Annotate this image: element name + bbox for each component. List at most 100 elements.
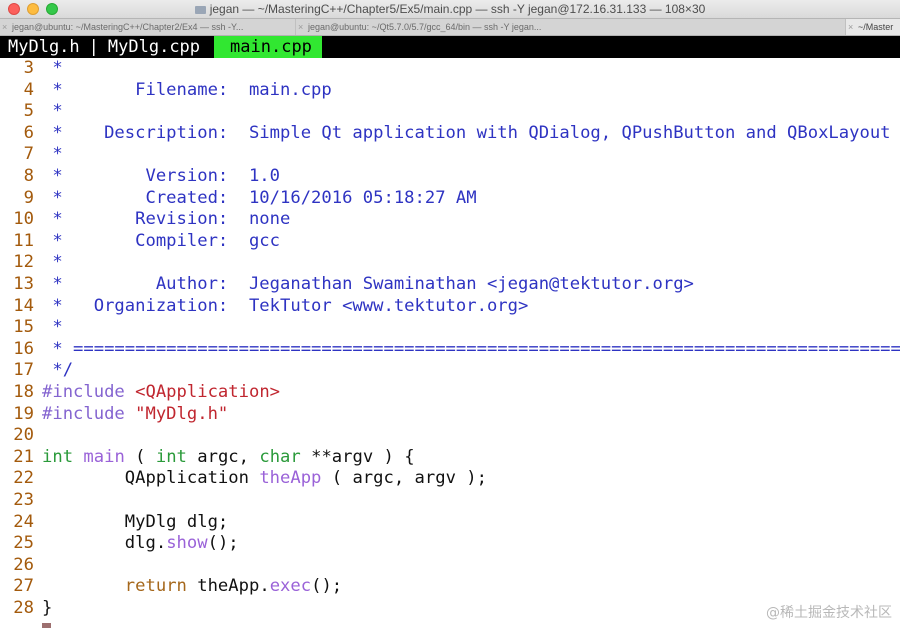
line-number: 16 xyxy=(13,338,34,359)
line-number: 20 xyxy=(13,425,34,446)
cursor-line xyxy=(0,620,900,628)
code-line: 10 * Revision: none xyxy=(0,209,900,231)
code-token: argc, xyxy=(186,446,260,467)
code-token: * Organization: TekTutor <www.tektutor.o… xyxy=(42,295,529,316)
code-token: * Compiler: gcc xyxy=(42,230,280,251)
window-title: jegan — ~/MasteringC++/Chapter5/Ex5/main… xyxy=(0,0,900,19)
code-token: * xyxy=(42,58,63,78)
terminal-tab-label: jegan@ubuntu: ~/MasteringC++/Chapter2/Ex… xyxy=(12,22,244,32)
close-tab-icon[interactable]: × xyxy=(298,19,303,35)
code-line: 3 * xyxy=(0,58,900,80)
terminal-tab-2[interactable]: × jegan@ubuntu: ~/Qt5.7.0/5.7/gcc_64/bin… xyxy=(296,19,846,35)
code-line: 26 xyxy=(0,555,900,577)
code-token: * Created: 10/16/2016 05:18:27 AM xyxy=(42,187,477,208)
line-number: 23 xyxy=(13,490,34,510)
code-line: 20 xyxy=(0,425,900,447)
line-number: 18 xyxy=(13,382,34,402)
code-line: 24 MyDlg dlg; xyxy=(0,512,900,534)
code-token: */ xyxy=(42,360,74,381)
close-tab-icon[interactable]: × xyxy=(2,19,7,35)
line-number: 7 xyxy=(23,144,34,165)
line-number: 10 xyxy=(13,209,34,230)
code-line: 4 * Filename: main.cpp xyxy=(0,80,900,102)
terminal-tab-3[interactable]: × ~/Master xyxy=(846,19,900,35)
code-line: 17 */ xyxy=(0,360,900,382)
close-tab-icon[interactable]: × xyxy=(848,19,853,35)
code-token: (); xyxy=(311,576,343,597)
code-token: ( xyxy=(124,446,156,467)
line-number: 26 xyxy=(13,554,34,575)
watermark: @稀土掘金技术社区 xyxy=(766,605,892,621)
code-token: **argv ) { xyxy=(300,446,415,467)
code-line: 18 #include <QApplication> xyxy=(0,382,900,404)
line-number: 25 xyxy=(13,533,34,554)
vim-tab-mydlg-h[interactable]: MyDlg.h xyxy=(0,36,80,58)
code-token: int xyxy=(42,446,74,467)
code-line: 21 int main ( int argc, char **argv ) { xyxy=(0,447,900,469)
code-token: #include xyxy=(42,403,136,424)
code-token: show xyxy=(166,533,208,554)
line-number: 27 xyxy=(13,576,34,597)
line-number: 24 xyxy=(13,511,34,532)
code-token: * Author: Jeganathan Swaminathan <jegan@… xyxy=(42,274,694,294)
line-number: 3 xyxy=(23,58,34,78)
code-token: * Description: Simple Qt application wit… xyxy=(42,122,891,143)
code-line: 8 * Version: 1.0 xyxy=(0,166,900,188)
line-number: 13 xyxy=(13,274,34,294)
code-token: * Revision: none xyxy=(42,209,291,230)
code-line: 5 * xyxy=(0,101,900,123)
code-token: return xyxy=(124,576,187,597)
code-token: (); xyxy=(207,533,239,554)
terminal-tab-label: jegan@ubuntu: ~/Qt5.7.0/5.7/gcc_64/bin —… xyxy=(308,22,542,32)
vim-tab-mydlg-cpp[interactable]: MyDlg.cpp xyxy=(99,36,200,58)
line-number: 4 xyxy=(23,79,34,100)
code-token: char xyxy=(259,446,301,467)
line-number: 8 xyxy=(23,166,34,186)
line-number: 17 xyxy=(13,360,34,381)
line-number: 6 xyxy=(23,122,34,143)
code-line: 27 return theApp.exec(); xyxy=(0,576,900,598)
code-token: * xyxy=(42,101,63,122)
line-number: 15 xyxy=(13,317,34,338)
code-line: 9 * Created: 10/16/2016 05:18:27 AM xyxy=(0,188,900,210)
code-line: 7 * xyxy=(0,144,900,166)
code-token: QApplication xyxy=(42,468,260,489)
line-number: 21 xyxy=(13,446,34,467)
code-token: MyDlg dlg; xyxy=(42,511,229,532)
vim-tab-separator: | xyxy=(88,37,99,57)
code-line: 6 * Description: Simple Qt application w… xyxy=(0,123,900,145)
code-token: * xyxy=(42,317,63,338)
code-token: theApp xyxy=(259,468,322,489)
code-token: exec xyxy=(269,576,312,597)
code-token: * xyxy=(42,144,63,165)
code-line: 13 * Author: Jeganathan Swaminathan <jeg… xyxy=(0,274,900,296)
code-token: int xyxy=(155,446,187,467)
window-titlebar: jegan — ~/MasteringC++/Chapter5/Ex5/main… xyxy=(0,0,900,19)
code-line: 23 xyxy=(0,490,900,512)
code-token: theApp. xyxy=(186,576,270,597)
code-token: } xyxy=(42,598,53,618)
line-number: 14 xyxy=(13,295,34,316)
code-line: 14 * Organization: TekTutor <www.tektuto… xyxy=(0,296,900,318)
code-token: #include xyxy=(42,382,136,402)
code-token: dlg. xyxy=(42,533,167,554)
line-number: 11 xyxy=(13,230,34,251)
code-token: * Version: 1.0 xyxy=(42,166,280,186)
terminal-tab-label: ~/Master xyxy=(858,22,894,32)
code-line: 25 dlg.show(); xyxy=(0,533,900,555)
code-token: * Filename: main.cpp xyxy=(42,79,332,100)
terminal-tab-bar: × jegan@ubuntu: ~/MasteringC++/Chapter2/… xyxy=(0,19,900,36)
code-token: "MyDlg.h" xyxy=(135,403,229,424)
code-editor[interactable]: 3 * 4 * Filename: main.cpp 5 * 6 * Descript… xyxy=(0,58,900,628)
code-token: ( argc, argv ); xyxy=(321,468,487,489)
code-line: 15 * xyxy=(0,317,900,339)
code-token: main xyxy=(83,446,125,467)
vim-tabline: MyDlg.h | MyDlg.cpp main.cpp xyxy=(0,36,900,58)
vim-tab-main-cpp[interactable]: main.cpp xyxy=(214,36,322,58)
line-number: 22 xyxy=(13,468,34,489)
terminal-tab-1[interactable]: × jegan@ubuntu: ~/MasteringC++/Chapter2/… xyxy=(0,19,296,35)
line-number: 12 xyxy=(13,252,34,273)
line-number: 28 xyxy=(13,598,34,618)
